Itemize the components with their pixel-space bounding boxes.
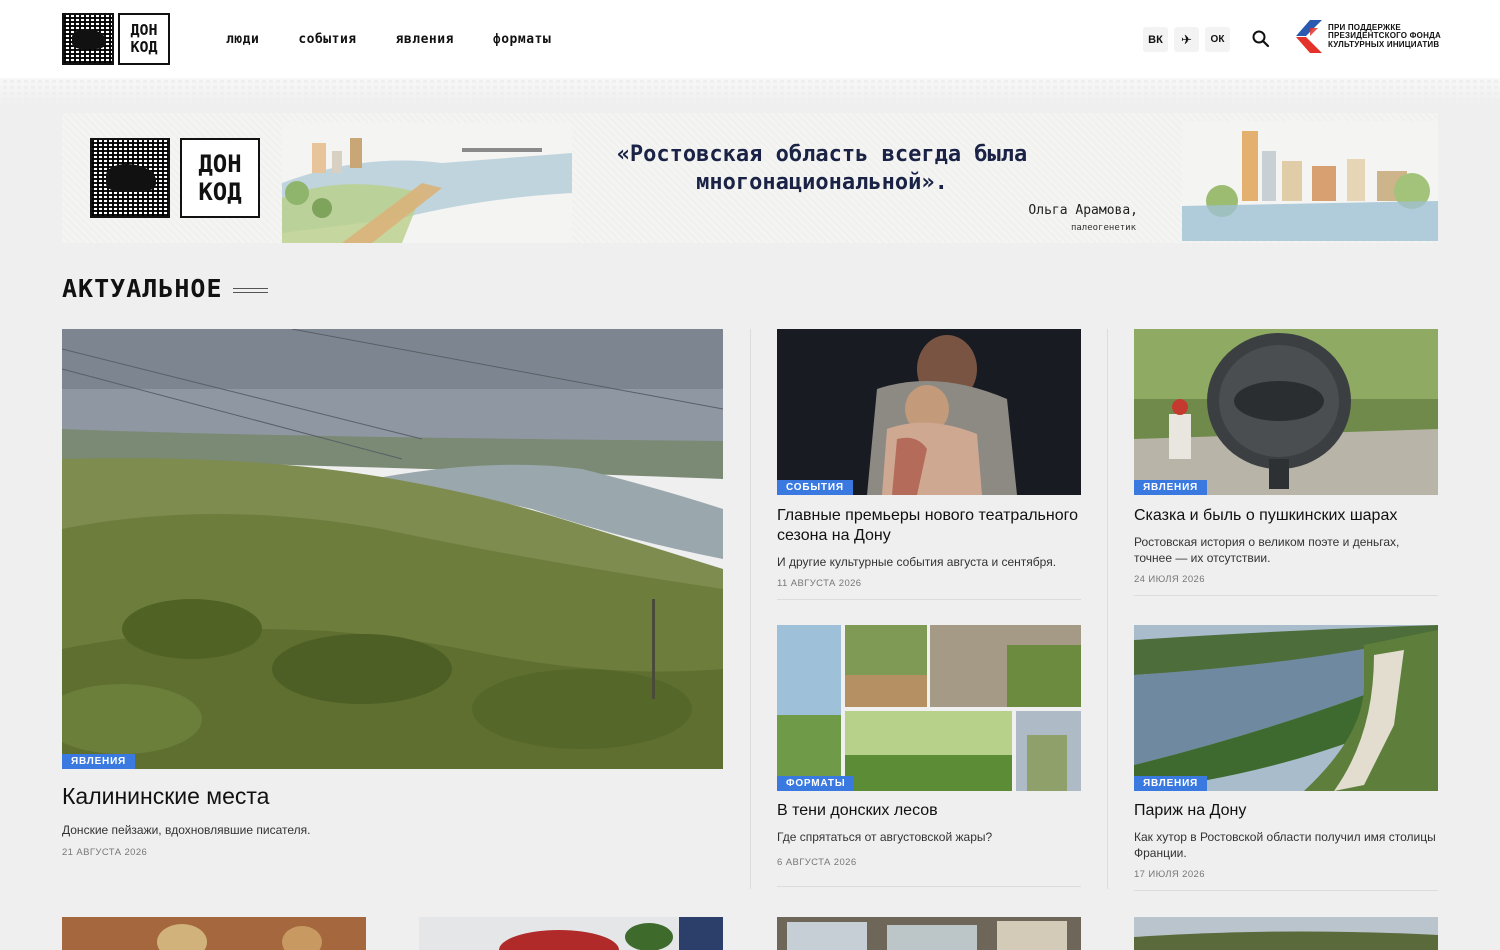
logo-wordmark: ДОН КОД (118, 13, 170, 65)
river-landscape-image (62, 329, 723, 769)
nav-item-people[interactable]: люди (226, 32, 259, 47)
article-card[interactable]: СОБЫТИЯ Главные премьеры нового театраль… (777, 329, 1081, 600)
pushkin-sphere-image (1134, 329, 1438, 495)
site-header: ДОН КОД люди события явления форматы ВК … (0, 0, 1500, 78)
article-tag[interactable]: СОБЫТИЯ (777, 480, 853, 495)
article-description: Ростовская история о великом поэте и ден… (1134, 535, 1400, 565)
article-description: Донские пейзажи, вдохновлявшие писателя. (62, 823, 311, 837)
sponsor-text: ПРИ ПОДДЕРЖКЕ ПРЕЗИДЕНТСКОГО ФОНДА КУЛЬТ… (1328, 22, 1441, 49)
column-divider (1107, 329, 1108, 889)
quote-banner[interactable]: ДОН КОД «Ростовская область всегда была … (62, 113, 1438, 243)
banner-logo: ДОН КОД (90, 138, 260, 218)
nav-item-phenomena[interactable]: явления (396, 32, 454, 47)
odnoklassniki-icon[interactable]: ОК (1205, 27, 1230, 52)
site-logo[interactable]: ДОН КОД (62, 13, 170, 65)
social-links: ВК ✈ ОК (1143, 27, 1230, 52)
article-date: 21 АВГУСТА 2026 (62, 847, 148, 858)
search-icon[interactable] (1251, 29, 1271, 49)
card-separator (777, 599, 1081, 600)
section-header: АКТУАЛЬНОЕ (62, 274, 268, 303)
article-tag[interactable]: ФОРМАТЫ (777, 776, 855, 791)
article-image[interactable]: ФОРМАТЫ (777, 625, 1081, 791)
forest-collage-image (777, 625, 1081, 791)
quote-author: Ольга Арамова, (1028, 203, 1138, 218)
article-card[interactable]: ФОРМАТЫ В тени донских лесов Где спрятат… (777, 625, 1081, 887)
qr-horse-logo-icon (90, 138, 170, 218)
article-tag[interactable]: ЯВЛЕНИЯ (1134, 480, 1208, 495)
article-image[interactable]: СОБЫТИЯ (777, 329, 1081, 495)
section-title: АКТУАЛЬНОЕ (62, 274, 223, 303)
article-card[interactable]: ЯВЛЕНИЯ Париж на Дону Как хутор в Ростов… (1134, 625, 1438, 891)
article-title[interactable]: Париж на Дону (1134, 801, 1438, 821)
article-title[interactable]: В тени донских лесов (777, 801, 1081, 821)
card-separator (1134, 595, 1438, 596)
article-title[interactable]: Главные премьеры нового театрального сез… (777, 506, 1081, 546)
article-card-partial[interactable] (419, 917, 723, 950)
banner-logo-wordmark: ДОН КОД (180, 138, 260, 218)
title-line-decoration (232, 288, 268, 293)
article-date: 11 АВГУСТА 2026 (777, 578, 862, 589)
article-title[interactable]: Калининские места (62, 783, 723, 810)
article-date: 6 АВГУСТА 2026 (777, 857, 857, 868)
article-tag[interactable]: ЯВЛЕНИЯ (62, 754, 136, 769)
banner-logo-line-2: КОД (198, 178, 242, 206)
sponsor-badge[interactable]: ПРИ ПОДДЕРЖКЕ ПРЕЗИДЕНТСКОГО ФОНДА КУЛЬТ… (1296, 20, 1443, 53)
article-image[interactable]: ЯВЛЕНИЯ (62, 329, 723, 769)
article-date: 17 ИЮЛЯ 2026 (1134, 869, 1205, 880)
logo-line-1: ДОН (130, 21, 158, 39)
header-pixel-edge (0, 70, 1500, 104)
banner-logo-line-1: ДОН (198, 150, 242, 178)
presidential-fund-logo-icon (1296, 20, 1322, 53)
article-image[interactable] (1134, 917, 1438, 950)
main-nav: люди события явления форматы (226, 32, 551, 47)
watercolor-city-right (1182, 121, 1438, 241)
article-description: И другие культурные события августа и се… (777, 555, 1057, 569)
nav-item-events[interactable]: события (298, 32, 356, 47)
quote-role: палеогенетик (1070, 223, 1136, 233)
article-image[interactable] (62, 917, 366, 950)
article-tag[interactable]: ЯВЛЕНИЯ (1134, 776, 1208, 791)
article-card-featured[interactable]: ЯВЛЕНИЯ Калининские места Донские пейзаж… (62, 329, 723, 858)
logo-line-2: КОД (130, 38, 158, 56)
column-divider (750, 329, 751, 889)
article-image[interactable]: ЯВЛЕНИЯ (1134, 625, 1438, 791)
article-card-partial[interactable] (62, 917, 366, 950)
article-date: 24 ИЮЛЯ 2026 (1134, 574, 1205, 585)
article-title[interactable]: Сказка и быль о пушкинских шарах (1134, 506, 1438, 526)
article-image[interactable] (419, 917, 723, 950)
nav-item-formats[interactable]: форматы (493, 32, 551, 47)
theatre-premiere-image (777, 329, 1081, 495)
qr-horse-logo-icon (62, 13, 114, 65)
card-separator (777, 886, 1081, 887)
article-image[interactable]: ЯВЛЕНИЯ (1134, 329, 1438, 495)
article-description: Как хутор в Ростовской области получил и… (1134, 830, 1436, 860)
article-card[interactable]: ЯВЛЕНИЯ Сказка и быль о пушкинских шарах… (1134, 329, 1438, 596)
article-card-partial[interactable] (1134, 917, 1438, 950)
article-description: Где спрятаться от августовской жары? (777, 830, 993, 844)
banner-quote: «Ростовская область всегда была многонац… (616, 142, 1028, 195)
watercolor-city-left (282, 123, 572, 243)
telegram-icon[interactable]: ✈ (1174, 27, 1199, 52)
article-card-partial[interactable] (777, 917, 1081, 950)
vk-icon[interactable]: ВК (1143, 27, 1168, 52)
river-cliff-image (1134, 625, 1438, 791)
article-image[interactable] (777, 917, 1081, 950)
card-separator (1134, 890, 1438, 891)
